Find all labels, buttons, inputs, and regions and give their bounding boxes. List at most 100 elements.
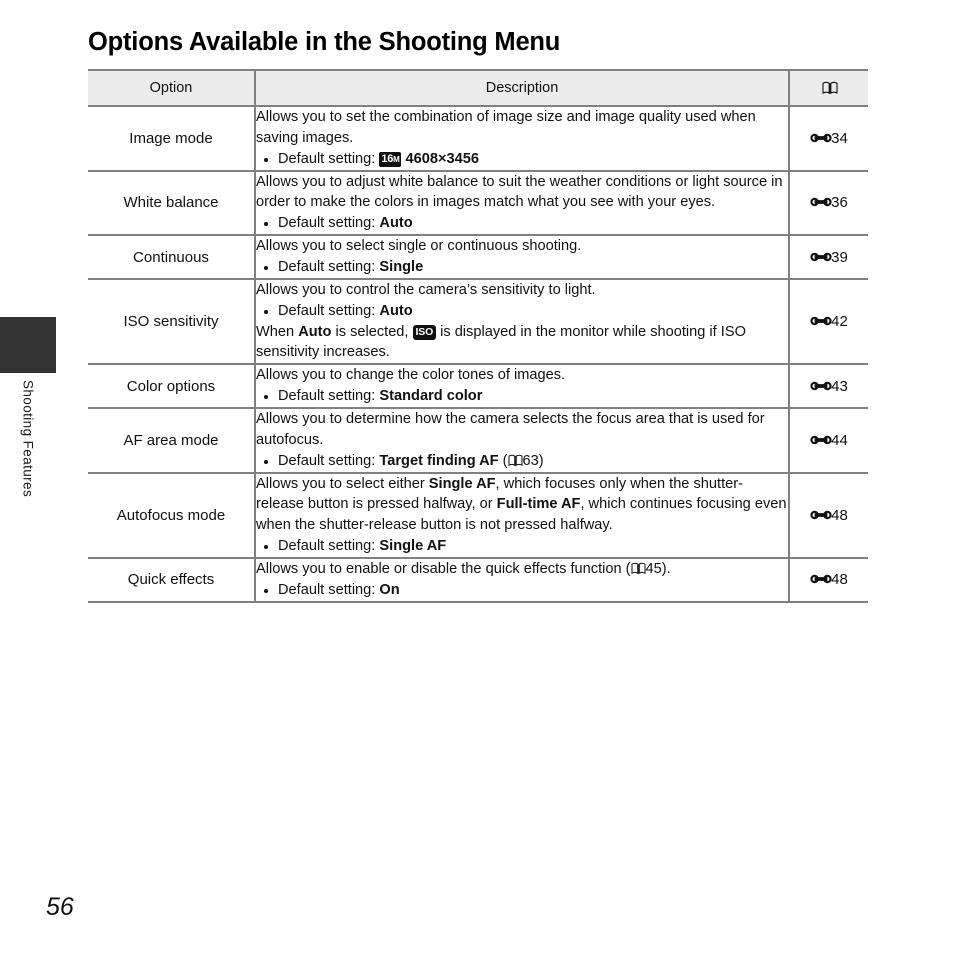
- page-content: Options Available in the Shooting Menu O…: [88, 0, 868, 603]
- reference-page: 36: [789, 169, 868, 237]
- table-row: Image mode Allows you to set the combina…: [88, 105, 868, 172]
- iso-note-auto: Auto: [298, 323, 332, 340]
- default-setting-value: Auto: [379, 215, 413, 232]
- chapter-side-label-text: Shooting Features: [20, 380, 36, 498]
- iso-note-part-b: is selected,: [331, 323, 413, 340]
- reference-mark-icon: [810, 251, 832, 262]
- default-setting-list: Default setting: Target finding AF ( 63): [256, 451, 788, 472]
- page-title: Options Available in the Shooting Menu: [88, 28, 561, 56]
- reference-page-number: 39: [831, 248, 848, 266]
- reference-mark-icon: [810, 315, 832, 326]
- inline-ref-open: (: [498, 452, 508, 469]
- reference-page-number: 34: [831, 129, 848, 147]
- book-icon: [508, 454, 523, 467]
- list-item: Default setting: Single: [256, 257, 788, 278]
- list-item: Default setting: 16M 4608×3456: [256, 149, 788, 170]
- default-setting-label: Default setting:: [278, 581, 376, 598]
- default-setting-value: Auto: [379, 302, 413, 319]
- list-item: Default setting: Auto: [256, 301, 788, 322]
- reference-page: 48: [789, 557, 868, 603]
- table-header-row: Option Description: [88, 69, 868, 107]
- table-row: AF area mode Allows you to determine how…: [88, 407, 868, 474]
- option-description: Allows you to set the combination of ima…: [255, 105, 790, 172]
- chapter-side-label: Shooting Features: [0, 380, 56, 600]
- table-row: Autofocus mode Allows you to select eith…: [88, 471, 868, 560]
- 16m-image-size-icon: 16M: [379, 151, 402, 167]
- inline-ref-close: ): [538, 452, 544, 469]
- desc-part-b: ).: [661, 561, 671, 578]
- reference-mark-icon: [810, 434, 832, 445]
- reference-page-number: 48: [831, 506, 848, 524]
- desc-part-a: Allows you to select either: [256, 475, 429, 492]
- option-description: Allows you to select single or continuou…: [255, 234, 790, 280]
- option-name: ISO sensitivity: [88, 277, 256, 366]
- option-name: White balance: [88, 169, 256, 237]
- default-setting-value: Target finding AF: [379, 452, 499, 469]
- option-name: Continuous: [88, 234, 256, 280]
- book-icon: [821, 81, 838, 95]
- option-description: Allows you to select either Single AF, w…: [255, 471, 790, 560]
- reference-mark-icon: [810, 573, 832, 584]
- list-item: Default setting: Standard color: [256, 386, 788, 407]
- default-setting-value: On: [379, 581, 400, 598]
- description-text: Allows you to determine how the camera s…: [256, 411, 765, 448]
- default-setting-list: Default setting: Auto: [256, 213, 788, 234]
- default-setting-list: Default setting: Standard color: [256, 386, 788, 407]
- default-setting-label: Default setting:: [278, 388, 376, 405]
- table-row: Continuous Allows you to select single o…: [88, 234, 868, 280]
- description-text: Allows you to enable or disable the quic…: [256, 559, 788, 580]
- default-setting-list: Default setting: Auto: [256, 301, 788, 322]
- default-setting-list: Default setting: On: [256, 580, 788, 601]
- reference-mark-icon: [810, 509, 832, 520]
- default-setting-value: Single AF: [379, 538, 447, 555]
- description-text: Allows you to adjust white balance to su…: [256, 173, 783, 211]
- desc-part-a: Allows you to enable or disable the quic…: [256, 561, 631, 578]
- option-description: Allows you to enable or disable the quic…: [255, 557, 790, 603]
- reference-page: 44: [789, 407, 868, 474]
- column-header-reference: [789, 69, 868, 107]
- iso-auto-indicator-icon: ISO: [412, 324, 437, 340]
- description-text: Allows you to set the combination of ima…: [256, 109, 756, 146]
- option-description: Allows you to change the color tones of …: [255, 363, 790, 410]
- default-setting-list: Default setting: 16M 4608×3456: [256, 149, 788, 170]
- reference-page: 48: [789, 471, 868, 560]
- reference-mark-icon: [810, 132, 832, 143]
- column-header-option: Option: [88, 69, 256, 107]
- default-setting-label: Default setting:: [278, 259, 376, 276]
- desc-term-full-time-af: Full-time AF: [496, 496, 581, 513]
- description-text: Allows you to change the color tones of …: [256, 367, 566, 384]
- reference-page-number: 44: [831, 431, 848, 449]
- option-name: Image mode: [88, 105, 256, 172]
- option-name: Autofocus mode: [88, 471, 256, 560]
- page-number: 56: [46, 893, 74, 921]
- desc-term-single-af: Single AF: [428, 475, 496, 492]
- default-setting-value: Single: [379, 259, 424, 276]
- default-setting-label: Default setting:: [278, 538, 376, 555]
- table-row: White balance Allows you to adjust white…: [88, 169, 868, 237]
- reference-mark-icon: [810, 196, 832, 207]
- inline-ref-number: 63: [522, 452, 539, 469]
- reference-page: 42: [789, 277, 868, 366]
- inline-ref-number: 45: [645, 561, 662, 578]
- default-setting-label: Default setting:: [278, 215, 376, 232]
- default-setting-label: Default setting:: [278, 302, 376, 319]
- column-header-description: Description: [255, 69, 790, 107]
- reference-mark-icon: [810, 380, 832, 391]
- table-row: Quick effects Allows you to enable or di…: [88, 557, 868, 603]
- reference-page: 43: [789, 363, 868, 410]
- list-item: Default setting: Auto: [256, 213, 788, 234]
- reference-page-number: 48: [831, 571, 848, 589]
- default-setting-value: Standard color: [379, 388, 483, 405]
- table-row: ISO sensitivity Allows you to control th…: [88, 277, 868, 366]
- reference-page-number: 43: [831, 377, 848, 395]
- shooting-menu-options-table: Option Description Image mode Allows you…: [88, 69, 868, 603]
- option-name: Quick effects: [88, 557, 256, 603]
- option-name: Color options: [88, 363, 256, 410]
- reference-page-number: 36: [831, 194, 848, 212]
- reference-page-number: 42: [831, 313, 848, 331]
- default-setting-label: Default setting:: [278, 150, 376, 167]
- option-name: AF area mode: [88, 407, 256, 474]
- default-setting-list: Default setting: Single: [256, 257, 788, 278]
- option-description: Allows you to control the camera’s sensi…: [255, 277, 790, 366]
- list-item: Default setting: Target finding AF ( 63): [256, 451, 788, 472]
